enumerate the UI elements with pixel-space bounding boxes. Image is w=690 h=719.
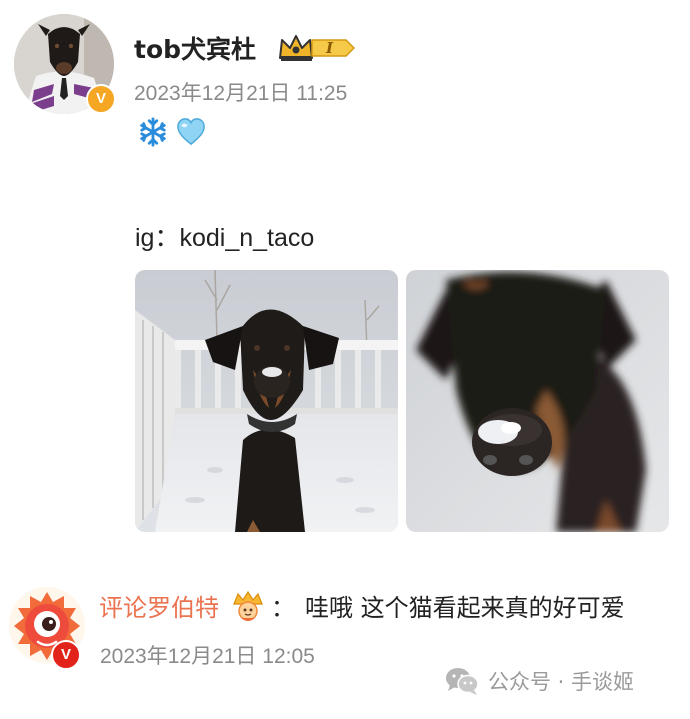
comment-timestamp: 2023年12月21日 12:05 — [100, 645, 315, 668]
fan-crown-badge-icon — [231, 590, 265, 622]
vip-crown-badge-icon[interactable]: I — [278, 32, 356, 64]
comment-author[interactable]: 评论罗伯特 — [99, 588, 219, 623]
svg-text:I: I — [325, 39, 334, 57]
snowflake-emoji-icon — [138, 117, 168, 151]
post-timestamp: 2023年12月21日 11:25 — [134, 82, 348, 105]
watermark: 公众号 · 手谈姬 — [444, 666, 634, 696]
comment-verified-badge-icon: V — [51, 640, 81, 670]
post-photo-1[interactable] — [135, 270, 398, 532]
post-emoji-row — [138, 117, 206, 151]
verified-badge-icon: V — [86, 84, 116, 114]
post-avatar[interactable]: V — [14, 14, 116, 114]
post-photo-2[interactable] — [406, 270, 669, 532]
light-blue-heart-emoji-icon — [176, 117, 206, 151]
post-username[interactable]: tob犬宾杜 — [134, 30, 256, 66]
comment-text: 哇哦 这个猫看起来真的好可爱 — [305, 594, 625, 622]
comment-separator: ： — [271, 594, 295, 622]
doberman-on-snowy-deck-photo — [135, 270, 398, 532]
comment-row: 评论罗伯特 ： 哇哦 这个猫看起来真的好可爱 — [99, 588, 625, 623]
watermark-text: 公众号 · 手谈姬 — [488, 670, 635, 694]
post-caption: ig：kodi_n_taco — [135, 224, 315, 252]
wechat-icon — [444, 666, 480, 696]
doberman-snowy-nose-closeup-photo — [406, 270, 669, 532]
